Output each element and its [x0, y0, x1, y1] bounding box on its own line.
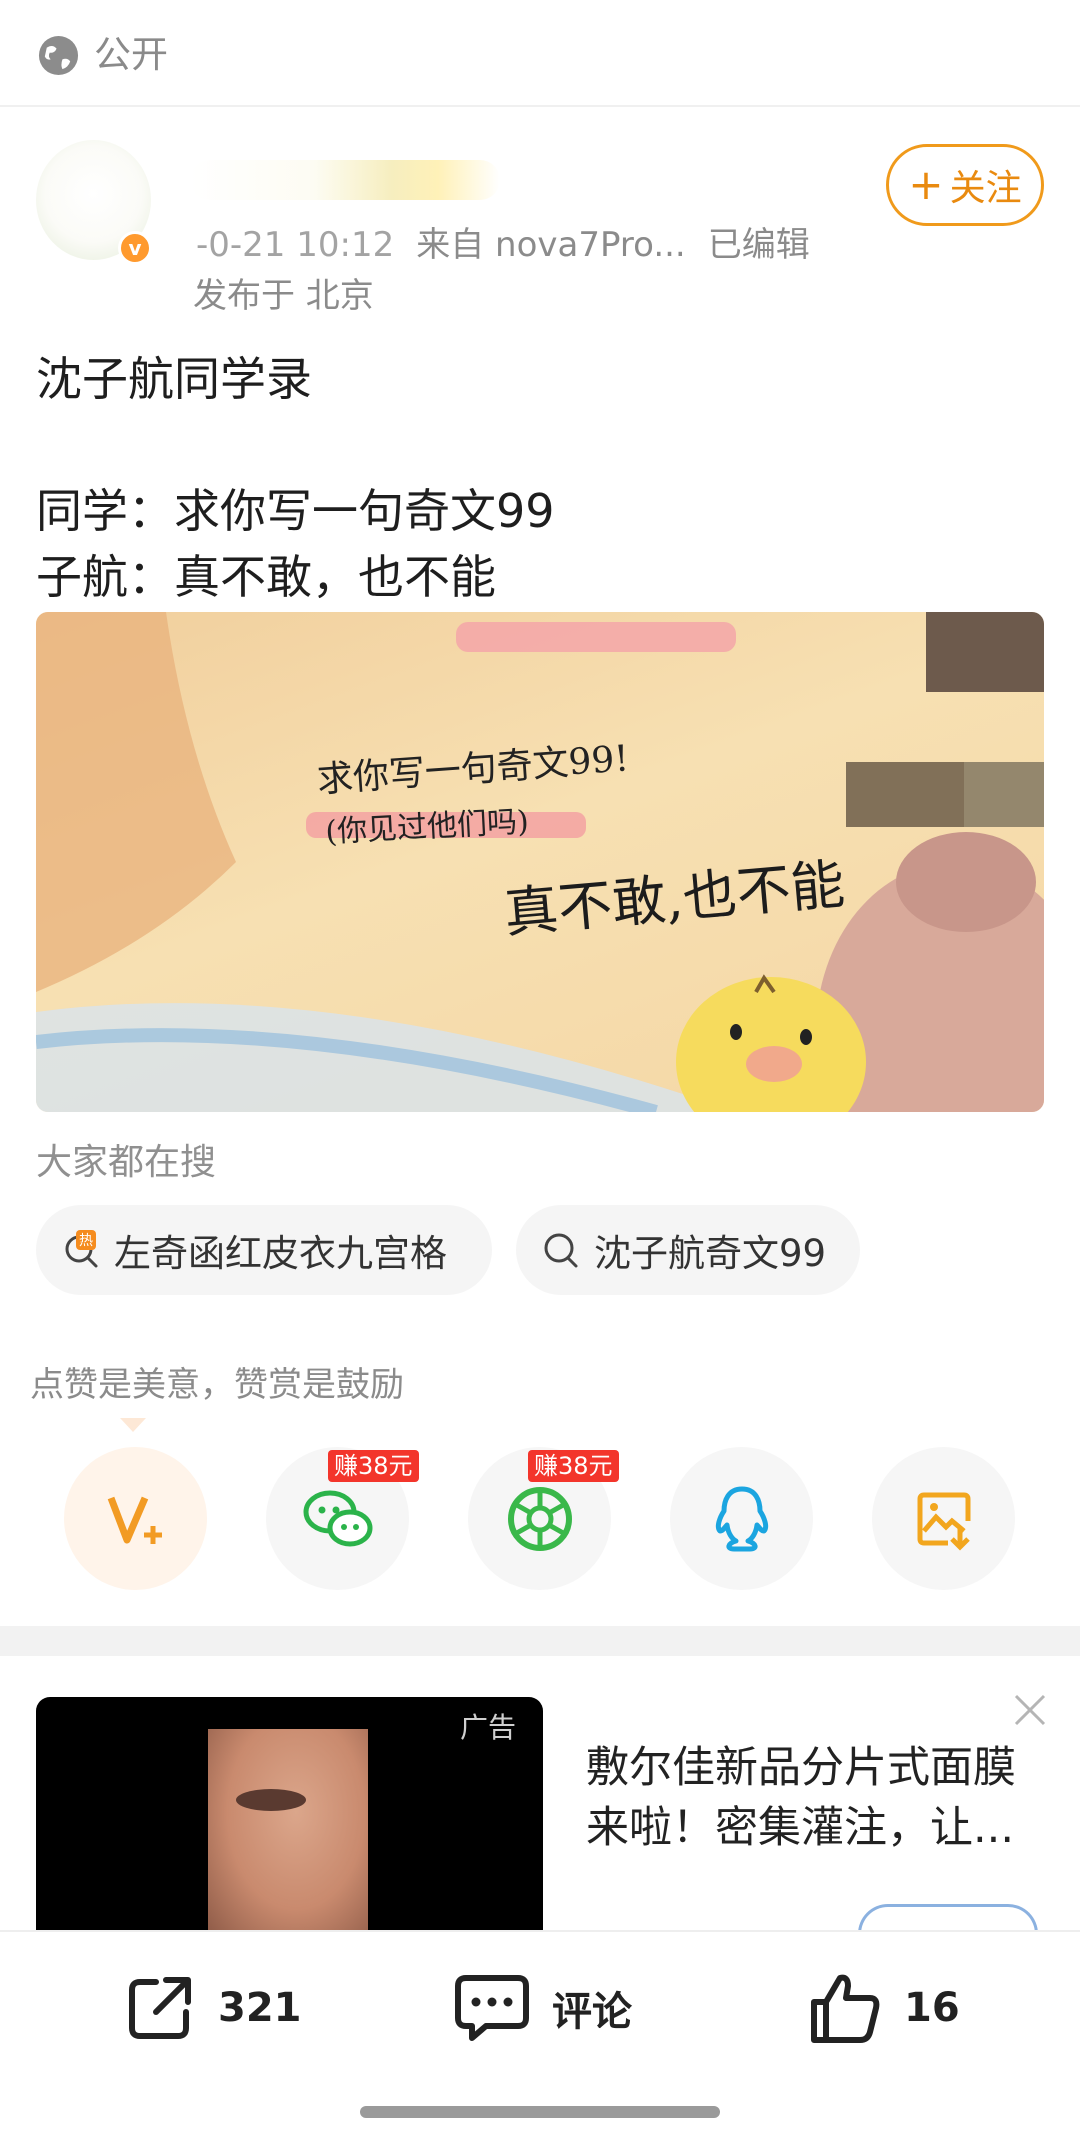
- section-divider: [0, 1626, 1080, 1656]
- post-time: -0-21 10:12: [196, 225, 395, 265]
- like-count: 16: [904, 1985, 960, 2031]
- handwriting-line1: 求你写一句奇文99!: [316, 738, 630, 801]
- post-image[interactable]: 求你写一句奇文99! (你见过他们吗) 真不敢,也不能: [36, 612, 1044, 1112]
- tooltip-arrow-icon: [120, 1418, 146, 1432]
- globe-icon: [38, 35, 79, 76]
- post-meta: -0-21 10:12 来自 nova7Pro... 已编辑: [196, 222, 832, 268]
- edited-label[interactable]: 已编辑: [708, 225, 810, 265]
- wechat-icon: [303, 1490, 372, 1546]
- v-plus-button[interactable]: [64, 1447, 207, 1590]
- reward-hint: 点赞是美意，赞赏是鼓励: [30, 1365, 404, 1405]
- post-location: 发布于 北京: [193, 276, 374, 316]
- follow-button[interactable]: + 关注: [886, 144, 1044, 226]
- wechat-earn-badge: 赚38元: [328, 1450, 419, 1482]
- ad-face-image: [208, 1729, 368, 1937]
- search-chip-2-label: 沈子航奇文99: [594, 1232, 827, 1275]
- search-chip-1[interactable]: 热 左奇函红皮衣九宫格: [36, 1205, 492, 1295]
- visibility-bar: 公开: [0, 0, 1080, 107]
- like-button[interactable]: 16: [806, 1968, 960, 2048]
- comment-icon: [455, 1975, 529, 2041]
- verified-badge-icon: v: [118, 231, 152, 265]
- follow-label: 关注: [949, 168, 1022, 209]
- post-text: 沈子航同学录 同学：求你写一句奇文99 子航：真不敢，也不能: [36, 352, 555, 604]
- moments-earn-badge: 赚38元: [528, 1450, 619, 1482]
- save-image-button[interactable]: [872, 1447, 1015, 1590]
- save-image-icon: [917, 1492, 970, 1551]
- handwriting-line3: 真不敢,也不能: [502, 852, 847, 944]
- hot-search-icon: 热: [65, 1230, 98, 1268]
- post-image-drawing: 求你写一句奇文99! (你见过他们吗) 真不敢,也不能: [36, 612, 1044, 1112]
- plus-icon: +: [908, 160, 944, 209]
- ad-eye: [236, 1789, 306, 1811]
- repost-button[interactable]: 321: [122, 1968, 302, 2048]
- post-detail-page: 公开 v -0-21 10:12 来自 nova7Pro... 已编辑 发布于 北京…: [0, 0, 1080, 2142]
- repost-count: 321: [218, 1985, 302, 2031]
- qq-share-button[interactable]: [670, 1447, 813, 1590]
- username-blurred[interactable]: [190, 160, 500, 200]
- close-icon[interactable]: [1010, 1690, 1050, 1730]
- svg-text:热: 热: [79, 1233, 93, 1249]
- v-plus-icon: [107, 1496, 162, 1544]
- comment-label: 评论: [552, 1989, 632, 2035]
- post-source: 来自 nova7Pro...: [416, 225, 686, 265]
- thumbs-up-icon: [811, 1974, 880, 2043]
- search-section-title: 大家都在搜: [36, 1142, 217, 1183]
- share-icon: [129, 1977, 191, 2039]
- qq-icon: [715, 1486, 768, 1551]
- comment-button[interactable]: 评论: [452, 1968, 632, 2048]
- home-indicator[interactable]: [360, 2106, 720, 2118]
- moments-icon: [507, 1486, 572, 1551]
- search-chip-1-label: 左奇函红皮衣九宫格: [114, 1232, 447, 1275]
- search-chip-2[interactable]: 沈子航奇文99: [516, 1205, 860, 1295]
- visibility-label[interactable]: 公开: [94, 30, 168, 80]
- ad-label: 广告: [460, 1711, 517, 1744]
- search-icon: [544, 1233, 578, 1268]
- handwriting-line2: (你见过他们吗): [325, 804, 530, 850]
- ad-text[interactable]: 敷尔佳新品分片式面膜来啦！密集灌注，让...: [586, 1738, 1046, 1858]
